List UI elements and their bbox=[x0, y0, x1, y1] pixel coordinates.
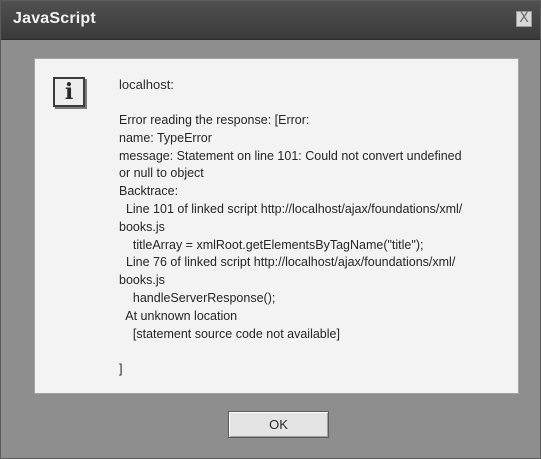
message-line: [statement source code not available] bbox=[119, 326, 340, 341]
message-line: Line 76 of linked script http://localhos… bbox=[119, 255, 456, 270]
info-icon: i bbox=[53, 77, 85, 107]
message-line: name: TypeError bbox=[119, 130, 212, 145]
host-label: localhost: bbox=[119, 77, 174, 92]
message-line: or null to object bbox=[119, 166, 204, 181]
message-line: Line 101 of linked script http://localho… bbox=[119, 201, 463, 216]
dialog-titlebar[interactable]: JavaScript X bbox=[1, 1, 540, 40]
error-message: Error reading the response: [Error: name… bbox=[119, 112, 511, 379]
message-line: message: Statement on line 101: Could no… bbox=[119, 148, 462, 163]
info-icon-glyph: i bbox=[64, 79, 74, 105]
message-line: At unknown location bbox=[119, 308, 238, 323]
close-button[interactable]: X bbox=[516, 11, 532, 27]
message-line: ] bbox=[119, 362, 123, 377]
message-line: books.js bbox=[119, 219, 165, 234]
javascript-alert-dialog: JavaScript X i localhost: Error reading … bbox=[0, 0, 541, 459]
ok-button[interactable]: OK bbox=[228, 411, 329, 438]
dialog-title: JavaScript bbox=[13, 10, 96, 27]
message-line: titleArray = xmlRoot.getElementsByTagNam… bbox=[119, 237, 424, 252]
message-line: Backtrace: bbox=[119, 184, 179, 199]
message-line: Error reading the response: [Error: bbox=[119, 113, 310, 127]
message-line: books.js bbox=[119, 273, 165, 288]
message-line: handleServerResponse(); bbox=[119, 290, 276, 305]
